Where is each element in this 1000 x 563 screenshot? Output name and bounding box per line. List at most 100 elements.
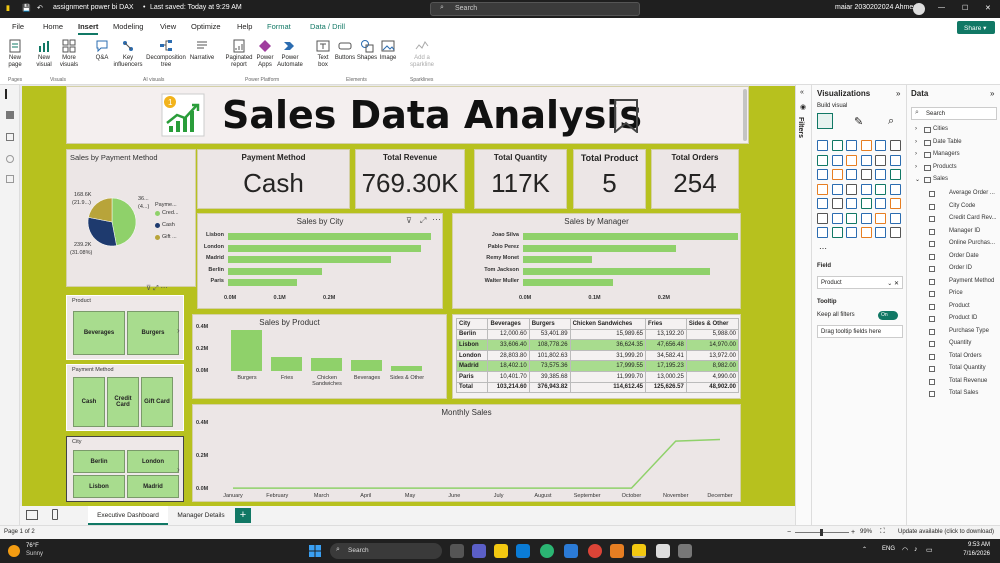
store-icon[interactable] [516, 544, 530, 558]
table-item[interactable]: Products [933, 164, 957, 170]
bar[interactable] [523, 244, 676, 252]
table-item[interactable]: Sales [933, 176, 948, 182]
power-automate-button[interactable]: Power Automate [276, 39, 304, 69]
matrix-header[interactable]: Fries [645, 318, 687, 330]
field-checkbox[interactable] [929, 228, 935, 235]
field-item[interactable]: Manager ID [949, 228, 980, 234]
visual-type-icon[interactable] [889, 140, 901, 151]
field-item[interactable]: Total Quantity [949, 365, 986, 371]
bar[interactable] [228, 279, 298, 286]
bar[interactable] [523, 256, 593, 263]
visual-type-icon[interactable] [831, 183, 843, 195]
zoom-in-icon[interactable]: + [851, 529, 855, 536]
build-visual-icon[interactable] [817, 113, 833, 129]
product-column-chart[interactable]: Sales by Product 0.4M 0.2M 0.0M Burgers Frie… [192, 314, 447, 399]
menu-view[interactable]: View [160, 22, 176, 31]
slicer-tile-london[interactable]: London [127, 450, 179, 473]
qa-button[interactable]: Q&A [90, 39, 114, 62]
battery-icon[interactable]: ▭ [926, 546, 933, 554]
new-page-button[interactable]: New page [4, 39, 26, 69]
series-line[interactable] [233, 438, 721, 489]
slicer-tile-beverages[interactable]: Beverages [73, 311, 125, 355]
shapes-button[interactable]: Shapes [356, 39, 378, 62]
column-bar[interactable] [311, 358, 342, 371]
column-bar[interactable] [231, 329, 262, 371]
visual-type-icon[interactable] [860, 198, 872, 209]
fit-page-icon[interactable]: ⛶ [880, 528, 885, 536]
visual-type-icon[interactable] [889, 212, 901, 224]
menu-help[interactable]: Help [237, 22, 252, 31]
table-item[interactable]: Date Table [933, 139, 962, 145]
visual-type-icon[interactable] [889, 169, 901, 180]
visual-type-icon[interactable] [889, 227, 901, 238]
field-item[interactable]: Total Sales [949, 390, 978, 396]
field-checkbox[interactable] [929, 266, 935, 272]
field-checkbox[interactable] [929, 341, 935, 347]
menu-data-drill[interactable]: Data / Drill [310, 22, 345, 31]
field-checkbox[interactable] [929, 353, 935, 360]
matrix-header[interactable]: City [455, 318, 489, 330]
table-row[interactable]: London 28,803.80 101,802.63 31,999.20 34,582… [455, 349, 740, 362]
teams-icon[interactable] [472, 544, 486, 558]
desktop-layout-icon[interactable] [26, 510, 38, 520]
table-row[interactable]: Paris 10,401.70 39,385.68 11,999.70 13,000.2… [455, 370, 740, 383]
tmdl-view-icon[interactable] [6, 175, 14, 183]
key-influencers-button[interactable]: Key influencers [112, 39, 144, 69]
field-item[interactable]: City Code [949, 203, 975, 209]
city-bar-chart[interactable]: Sales by City ⊽ ⤢ ⋯ Lisbon London Madrid Be… [197, 213, 443, 309]
visual-type-icon[interactable] [889, 198, 901, 209]
field-checkbox[interactable] [929, 366, 935, 372]
zoom-thumb[interactable] [820, 529, 823, 536]
file-explorer-icon[interactable] [494, 544, 508, 558]
field-item[interactable]: Total Orders [949, 353, 982, 359]
keep-filters-toggle[interactable]: On [878, 311, 898, 320]
maximize-icon[interactable]: ☐ [962, 4, 968, 12]
windows-start-icon[interactable] [308, 544, 322, 558]
visual-type-icon[interactable] [817, 227, 828, 238]
visual-type-icon[interactable] [817, 140, 828, 151]
bar[interactable] [228, 244, 422, 252]
visual-type-icon[interactable] [846, 198, 857, 209]
visual-type-icon[interactable] [846, 154, 857, 166]
bar[interactable] [523, 233, 739, 240]
more-options-icon[interactable]: ⋯ [432, 214, 441, 225]
taskbar-search[interactable]: Search [330, 543, 442, 559]
table-row[interactable]: Total 103,214.60 376,943.82 114,612.45 125,6… [455, 381, 740, 394]
save-icon[interactable]: 💾 [22, 4, 31, 12]
visual-type-icon[interactable] [831, 227, 843, 238]
visual-type-icon[interactable] [875, 212, 886, 224]
field-checkbox[interactable] [929, 303, 935, 310]
pie-legend-gift[interactable]: Gift ... [162, 234, 177, 240]
field-item[interactable]: Credit Card Rev... [949, 215, 997, 221]
field-checkbox[interactable] [929, 328, 935, 335]
column-bar[interactable] [391, 365, 422, 371]
visual-type-icon[interactable] [875, 140, 886, 151]
field-checkbox[interactable] [929, 241, 935, 247]
more-visuals-icon[interactable]: ⋯ [819, 244, 827, 253]
dax-query-icon[interactable] [6, 155, 14, 163]
power-apps-button[interactable]: Power Apps [254, 39, 276, 69]
slicer-tile-madrid[interactable]: Madrid [127, 475, 179, 498]
visual-type-icon[interactable] [817, 198, 828, 209]
expand-icon[interactable]: « [800, 89, 804, 96]
slicer-tile-credit-card[interactable]: Credit Card [107, 377, 139, 427]
menu-file[interactable]: File [12, 22, 24, 31]
visual-type-icon[interactable] [860, 183, 872, 195]
visual-type-icon[interactable] [846, 227, 857, 238]
field-checkbox[interactable] [929, 316, 935, 322]
slicer-toolbar[interactable]: ⊽ ⤢ ⋯ [146, 284, 168, 293]
visual-type-icon[interactable] [817, 154, 828, 166]
field-checkbox[interactable] [929, 291, 935, 297]
bar[interactable] [523, 267, 711, 275]
field-item[interactable]: Online Purchas... [949, 240, 995, 246]
bar[interactable] [228, 233, 432, 240]
tab-manager-details[interactable]: Manager Details [168, 506, 234, 525]
slicer-tile-cash[interactable]: Cash [73, 377, 105, 427]
focus-mode-icon[interactable]: ⤢ [420, 216, 426, 226]
field-checkbox[interactable] [929, 191, 935, 197]
powerbi-taskbar-icon[interactable] [632, 544, 646, 558]
menu-optimize[interactable]: Optimize [191, 22, 221, 31]
field-item[interactable]: Order Date [949, 253, 979, 259]
field-item[interactable]: Payment Method [949, 278, 994, 284]
paginated-report-button[interactable]: Paginated report [224, 39, 254, 69]
